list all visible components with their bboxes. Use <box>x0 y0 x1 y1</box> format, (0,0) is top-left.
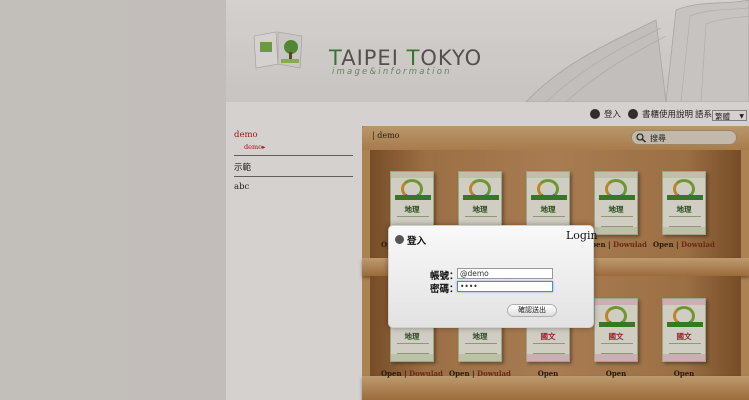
confirm-button[interactable]: 確認送出 <box>507 304 557 317</box>
password-label: 密碼： <box>430 284 459 295</box>
modal-overlay <box>0 0 749 400</box>
user-icon <box>395 235 404 244</box>
login-dialog: 登入 Login 帳號： @demo 密碼： •••• 確認送出 <box>388 225 598 328</box>
password-field[interactable]: •••• <box>457 281 553 292</box>
dialog-corner-label: Login <box>566 229 598 242</box>
account-label: 帳號： <box>430 271 459 282</box>
dialog-title: 登入 <box>407 236 427 247</box>
account-field[interactable]: @demo <box>457 268 553 279</box>
